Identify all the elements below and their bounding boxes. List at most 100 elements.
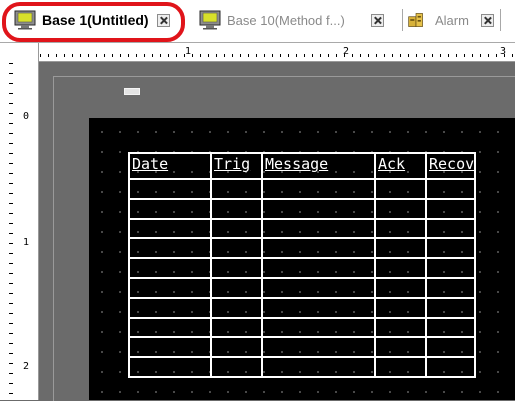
- ruler-tick: [96, 54, 97, 57]
- ruler-tick: [136, 54, 137, 57]
- ruler-label: 2: [23, 361, 30, 372]
- tab-base-10[interactable]: Base 10(Method f...): [199, 6, 384, 34]
- ruler-tick: [384, 54, 385, 57]
- ruler-tick: [280, 54, 281, 57]
- ruler-tick: [200, 54, 201, 57]
- ruler-tick: [9, 233, 13, 234]
- table-row: [130, 237, 474, 239]
- ruler-tick: [120, 54, 121, 57]
- column-divider: [261, 154, 263, 376]
- tab-label: Base 1(Untitled): [42, 12, 149, 28]
- resize-handle[interactable]: [124, 88, 140, 95]
- ruler-tick: [264, 54, 265, 57]
- ruler-tick: [9, 203, 13, 204]
- ruler-label: 2: [343, 46, 350, 57]
- ruler-tick: [408, 54, 409, 57]
- ruler-tick: [232, 54, 233, 57]
- screen-icon: [14, 10, 36, 30]
- ruler-tick: [456, 54, 457, 57]
- ruler-tick: [152, 54, 153, 57]
- column-header-message[interactable]: Message: [263, 154, 375, 180]
- ruler-tick: [440, 54, 441, 57]
- ruler-tick: [128, 54, 129, 57]
- ruler-tick: [176, 54, 177, 57]
- tab-label: Base 10(Method f...): [227, 12, 345, 28]
- ruler-tick: [144, 54, 145, 57]
- ruler-tick: [432, 54, 433, 57]
- alarm-icon: [408, 13, 423, 27]
- ruler-tick: [9, 363, 13, 364]
- table-row: [130, 356, 474, 358]
- ruler-tick: [224, 54, 225, 57]
- table-row: [130, 178, 474, 180]
- ruler-tick: [104, 54, 105, 57]
- ruler-tick: [9, 333, 13, 334]
- vertical-ruler[interactable]: 0 1 2: [0, 43, 39, 400]
- tab-base-1[interactable]: Base 1(Untitled): [14, 6, 170, 34]
- ruler-tick: [9, 143, 13, 144]
- ruler-tick: [216, 54, 217, 57]
- ruler-tick: [9, 263, 13, 264]
- ruler-tick: [416, 54, 417, 57]
- ruler-tick: [272, 54, 273, 57]
- ruler-label: 0: [23, 111, 30, 122]
- ruler-tick: [448, 54, 449, 57]
- column-divider: [210, 154, 212, 376]
- tab-separator: [402, 9, 403, 31]
- ruler-tick: [352, 54, 353, 57]
- close-icon[interactable]: [156, 13, 170, 27]
- ruler-tick: [472, 54, 473, 57]
- ruler-tick: [48, 54, 49, 57]
- close-icon[interactable]: [370, 13, 384, 27]
- tab-separator: [500, 9, 501, 31]
- ruler-tick: [464, 54, 465, 57]
- ruler-tick: [9, 223, 13, 224]
- ruler-tick: [328, 54, 329, 57]
- ruler-tick: [80, 54, 81, 57]
- ruler-tick: [9, 173, 13, 174]
- ruler-tick: [40, 54, 41, 57]
- ruler-tick: [112, 54, 113, 57]
- ruler-tick: [192, 54, 193, 57]
- ruler-tick: [296, 54, 297, 57]
- ruler-tick: [56, 54, 57, 57]
- ruler-tick: [9, 313, 13, 314]
- ruler-tick: [160, 54, 161, 57]
- ruler-label: 1: [185, 46, 192, 57]
- tab-alarm[interactable]: Alarm: [407, 6, 494, 34]
- column-header-ack[interactable]: Ack: [376, 154, 426, 180]
- ruler-tick: [512, 54, 513, 57]
- ruler-tick: [9, 243, 13, 244]
- table-row: [130, 218, 474, 220]
- ruler-tick: [9, 103, 13, 104]
- column-header-trig[interactable]: Trig: [212, 154, 262, 180]
- ruler-tick: [360, 54, 361, 57]
- column-header-recov[interactable]: Recov: [427, 154, 476, 180]
- table-row: [130, 277, 474, 279]
- ruler-tick: [9, 113, 13, 114]
- ruler-tick: [312, 54, 313, 57]
- ruler-tick: [9, 383, 13, 384]
- alarm-table[interactable]: Date Trig Message Ack Recov: [128, 152, 476, 378]
- ruler-tick: [424, 54, 425, 57]
- ruler-tick: [9, 153, 13, 154]
- ruler-label: 3: [500, 46, 507, 57]
- tab-label: Alarm: [435, 12, 469, 28]
- screen-icon: [199, 10, 221, 30]
- horizontal-ruler[interactable]: 1 2 3: [38, 43, 515, 62]
- ruler-tick: [9, 163, 13, 164]
- ruler-tick: [9, 83, 13, 84]
- table-row: [130, 257, 474, 259]
- ruler-tick: [9, 303, 13, 304]
- ruler-tick: [496, 54, 497, 57]
- table-row: [130, 317, 474, 319]
- ruler-tick: [9, 393, 13, 394]
- close-icon[interactable]: [480, 13, 494, 27]
- ruler-tick: [9, 323, 13, 324]
- ruler-tick: [9, 133, 13, 134]
- column-header-date[interactable]: Date: [130, 154, 210, 180]
- ruler-tick: [392, 54, 393, 57]
- ruler-tick: [488, 54, 489, 57]
- column-divider: [374, 154, 376, 376]
- ruler-tick: [9, 63, 13, 64]
